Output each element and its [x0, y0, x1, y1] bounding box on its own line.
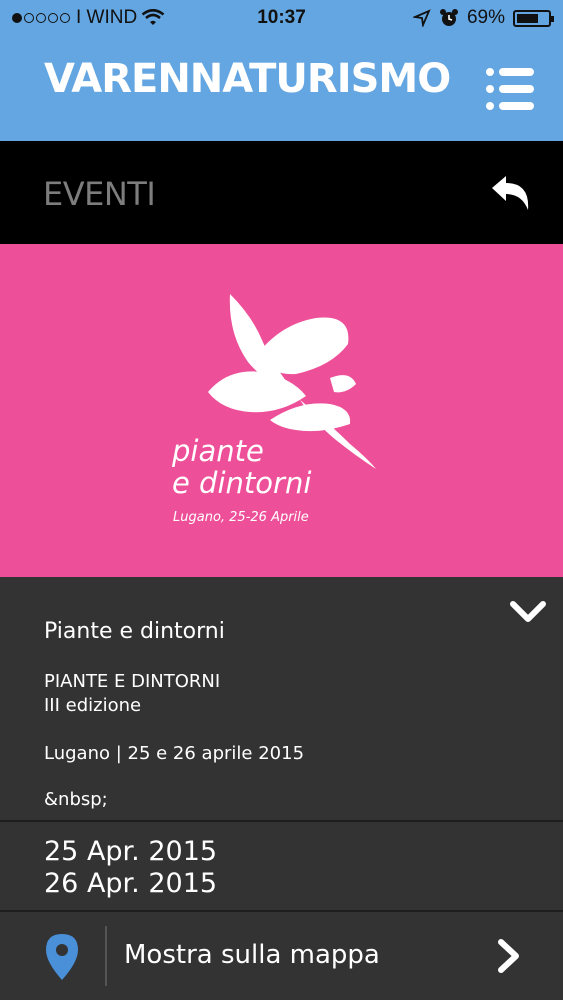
show-on-map-button[interactable]: Mostra sulla mappa — [0, 912, 563, 1000]
event-line: Lugano | 25 e 26 aprile 2015 — [44, 743, 305, 764]
hero-subtitle: Lugano, 25-26 Aprile — [173, 510, 309, 525]
battery-fill — [517, 13, 538, 23]
alarm-clock-icon — [439, 9, 458, 26]
event-description[interactable]: Piante e dintorni PIANTE E DINTORNI III … — [0, 577, 563, 820]
menu-button[interactable] — [486, 68, 534, 110]
section-bar: EVENTI — [0, 141, 563, 244]
event-dates: 25 Apr. 2015 26 Apr. 2015 — [0, 822, 563, 910]
event-hero-image: piante e dintorni Lugano, 25-26 Aprile — [0, 244, 563, 577]
separator — [105, 926, 107, 986]
flower-logo-icon — [208, 294, 376, 469]
battery-icon — [513, 9, 554, 27]
hero-title-line2: e dintorni — [172, 466, 312, 500]
battery-percent: 69% — [466, 7, 505, 28]
section-title: EVENTI — [43, 175, 156, 213]
event-date: 26 Apr. 2015 — [44, 868, 218, 899]
chevron-right-icon — [498, 939, 519, 973]
menu-row — [486, 85, 534, 93]
event-line: III edizione — [44, 695, 142, 716]
event-line: PIANTE E DINTORNI — [44, 671, 221, 692]
show-on-map-label: Mostra sulla mappa — [124, 940, 380, 970]
event-line: &nbsp; — [44, 789, 108, 810]
back-button[interactable] — [488, 174, 534, 214]
app-header: I WIND 10:37 69% VARENNATURISMO — [0, 0, 563, 141]
status-bar: I WIND 10:37 69% — [0, 0, 563, 38]
hero-title-line1: piante — [172, 434, 264, 468]
event-date: 25 Apr. 2015 — [44, 836, 218, 867]
status-right-group: 69% — [412, 7, 554, 29]
map-pin-icon — [46, 934, 78, 980]
brand-logo[interactable]: VARENNATURISMO — [44, 56, 451, 102]
hamburger-list-icon — [486, 68, 534, 76]
location-arrow-icon — [412, 9, 431, 27]
event-heading: Piante e dintorni — [44, 619, 225, 644]
chevron-down-icon[interactable] — [510, 599, 546, 625]
menu-row — [486, 102, 534, 110]
